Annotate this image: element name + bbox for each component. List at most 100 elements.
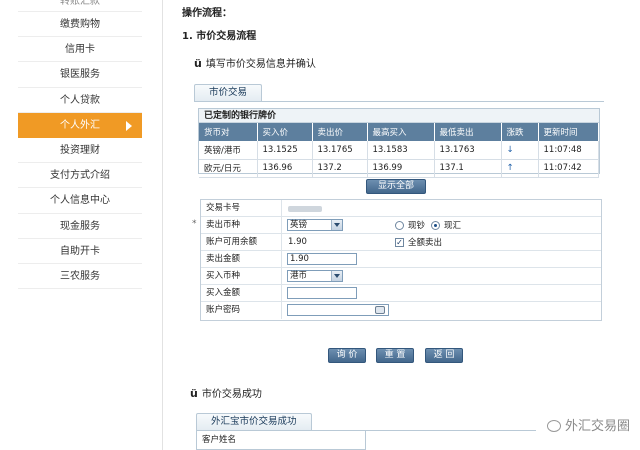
column-header: 卖出价: [312, 123, 368, 141]
sell-currency-label: 卖出币种: [206, 220, 241, 230]
column-header: 更新时间: [538, 123, 599, 141]
step2-heading: ü 市价交易成功: [190, 385, 262, 400]
cash-option-label: 现钞: [408, 221, 426, 231]
sidebar-item-self-card[interactable]: 自助开卡: [18, 239, 142, 264]
buy-currency-select[interactable]: 港币: [287, 270, 343, 282]
chevron-down-icon: [331, 220, 342, 230]
table-cell: 13.1763: [434, 141, 502, 160]
keyboard-icon[interactable]: [375, 306, 385, 314]
check-mark-icon: ü: [190, 387, 198, 400]
card-number-row: 交易卡号: [201, 200, 601, 217]
balance-value: 1.90: [288, 237, 307, 247]
column-header: 最低卖出: [434, 123, 502, 141]
table-cell: 137.1: [434, 159, 502, 178]
result-panel: 客户姓名: [196, 430, 366, 450]
balance-row: 账户可用余额 1.90 ✓ 全额卖出: [201, 234, 601, 251]
trend-down-icon: ↓: [501, 141, 539, 160]
column-header: 买入价: [257, 123, 313, 141]
column-divider: [281, 200, 282, 217]
buy-amount-row: 买入金额: [201, 285, 601, 302]
column-divider: [281, 268, 282, 285]
rates-table: 货币对 买入价 卖出价 最高买入 最低卖出 涨跌 更新时间 英镑/港币 13.1…: [199, 123, 599, 178]
tab-underline: [194, 101, 604, 102]
sell-currency-select[interactable]: 英镑: [287, 219, 343, 231]
table-cell: 136.99: [367, 159, 435, 178]
sell-currency-value: 英镑: [290, 220, 308, 230]
password-input[interactable]: [287, 304, 389, 316]
table-cell: 英镑/港币: [199, 141, 258, 160]
table-cell: 11:07:42: [538, 159, 599, 178]
column-header: 涨跌: [501, 123, 539, 141]
sidebar-item-payment-shopping[interactable]: 缴费购物: [18, 12, 142, 38]
step1-text: 填写市价交易信息并确认: [205, 59, 316, 70]
sell-amount-row: 卖出金额 1.90: [201, 251, 601, 268]
column-divider: [281, 217, 282, 234]
buy-amount-label: 买入金额: [206, 288, 241, 298]
sell-all-label: 全额卖出: [408, 238, 443, 248]
buy-amount-input[interactable]: [287, 287, 357, 299]
sell-currency-row: * 卖出币种 英镑 现钞 现汇: [192, 217, 601, 234]
sidebar-item-personal-loan[interactable]: 个人贷款: [18, 88, 142, 113]
buy-currency-label: 买入币种: [206, 271, 241, 281]
back-button[interactable]: 返 回: [425, 348, 463, 363]
sell-amount-label: 卖出金额: [206, 254, 241, 264]
buy-currency-value: 港币: [290, 271, 308, 281]
buy-currency-row: 买入币种 港币: [201, 268, 601, 285]
required-mark: *: [192, 219, 197, 229]
table-cell: 137.2: [312, 159, 368, 178]
main-content: 操作流程： 1. 市价交易流程 ü 填写市价交易信息并确认 市价交易 已定制的银行…: [182, 0, 640, 450]
quote-button[interactable]: 询 价: [328, 348, 366, 363]
sidebar-item-credit-card[interactable]: 信用卡: [18, 37, 142, 63]
trade-form: 交易卡号 * 卖出币种 英镑 现钞 现汇 账户可用余额 1.90 ✓ 全额卖出 …: [192, 199, 602, 321]
table-cell: 11:07:48: [538, 141, 599, 160]
sidebar-item-transfer[interactable]: 转账汇款: [18, 0, 142, 12]
sidebar-item-investment[interactable]: 投资理财: [18, 138, 142, 164]
sidebar-item-personal-forex[interactable]: 个人外汇: [18, 112, 142, 138]
cash-radio[interactable]: [395, 221, 404, 230]
password-label: 账户密码: [206, 305, 241, 315]
table-cell: 136.96: [257, 159, 313, 178]
password-row: 账户密码: [201, 302, 601, 319]
balance-label: 账户可用余额: [206, 237, 258, 247]
card-number-label: 交易卡号: [206, 203, 241, 213]
sidebar-item-bank-medical[interactable]: 银医服务: [18, 62, 142, 88]
sidebar-item-label: 个人外汇: [60, 119, 100, 131]
tab-market-trade[interactable]: 市价交易: [194, 84, 263, 101]
reset-button[interactable]: 重 置: [376, 348, 414, 363]
column-divider: [281, 285, 282, 302]
sidebar-item-personal-info[interactable]: 个人信息中心: [18, 188, 142, 214]
column-header: 最高买入: [367, 123, 435, 141]
sidebar-item-cash-service[interactable]: 现金服务: [18, 214, 142, 239]
column-divider: [281, 302, 282, 319]
rates-panel: 已定制的银行牌价 货币对 买入价 卖出价 最高买入 最低卖出 涨跌 更新时间 英…: [198, 108, 600, 178]
wechat-icon: [546, 420, 561, 432]
sell-amount-input[interactable]: 1.90: [287, 253, 357, 265]
watermark: 外汇交易圈: [546, 415, 630, 434]
table-row[interactable]: 英镑/港币 13.1525 13.1765 13.1583 13.1763 ↓ …: [199, 141, 599, 160]
sell-all-checkbox[interactable]: ✓: [395, 238, 404, 247]
step2-text: 市价交易成功: [201, 389, 262, 400]
show-all-button[interactable]: 显示全部: [366, 179, 426, 194]
sidebar-item-payment-methods[interactable]: 支付方式介绍: [18, 163, 142, 189]
table-cell: 13.1765: [312, 141, 368, 160]
chevron-right-icon: [126, 120, 132, 131]
remit-radio[interactable]: [431, 221, 440, 230]
table-cell: 13.1583: [367, 141, 435, 160]
masked-card-number: [288, 206, 322, 212]
trend-up-icon: ↑: [501, 159, 539, 178]
column-divider: [281, 251, 282, 268]
rates-panel-title: 已定制的银行牌价: [199, 109, 599, 123]
column-divider: [281, 234, 282, 251]
sidebar-item-rural-service[interactable]: 三农服务: [18, 264, 142, 290]
section-title: 操作流程：: [182, 8, 232, 19]
step-title: 1. 市价交易流程: [182, 31, 257, 42]
table-cell: 13.1525: [257, 141, 313, 160]
tab-result[interactable]: 外汇宝市价交易成功: [196, 413, 312, 430]
watermark-text: 外汇交易圈: [564, 419, 630, 434]
column-header: 货币对: [199, 123, 258, 141]
customer-name-label: 客户姓名: [202, 435, 237, 445]
rates-table-header: 货币对 买入价 卖出价 最高买入 最低卖出 涨跌 更新时间: [199, 123, 599, 141]
check-mark-icon: ü: [194, 57, 202, 70]
table-row[interactable]: 欧元/日元 136.96 137.2 136.99 137.1 ↑ 11:07:…: [199, 159, 599, 178]
step1-heading: ü 填写市价交易信息并确认: [194, 55, 316, 70]
